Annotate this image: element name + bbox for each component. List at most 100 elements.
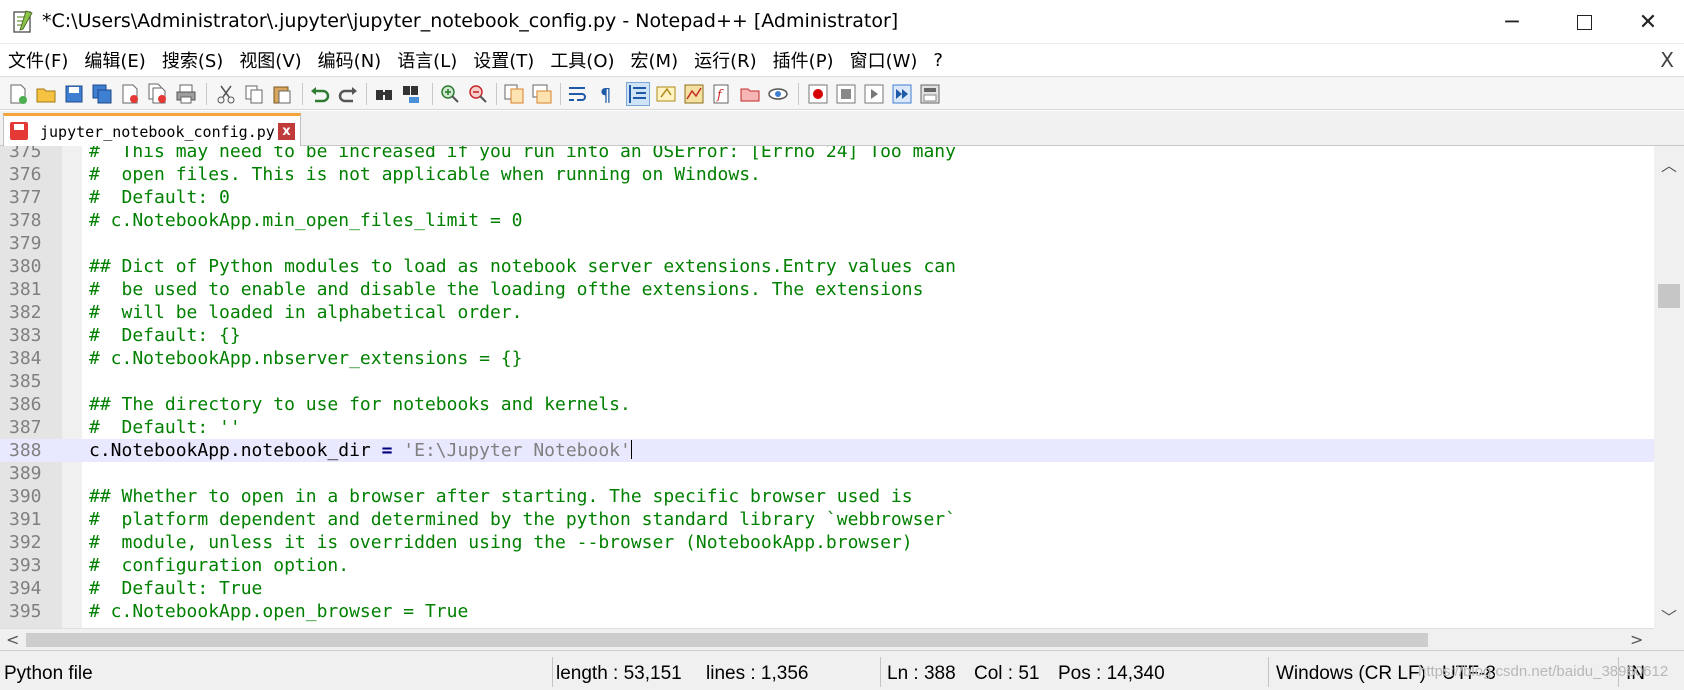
code-line[interactable]: 385 xyxy=(0,370,1654,393)
monitoring-icon[interactable] xyxy=(766,82,790,106)
redo-icon[interactable] xyxy=(336,82,360,106)
code-line[interactable]: 386 ## The directory to use for notebooks… xyxy=(0,393,1654,416)
scroll-right-arrow-icon[interactable]: > xyxy=(1630,629,1643,651)
close-document-button[interactable]: X xyxy=(1660,48,1674,72)
menu-view[interactable]: 视图(V) xyxy=(239,47,301,73)
editor[interactable]: 375 # This may need to be increased if yo… xyxy=(0,146,1684,628)
line-number: 388 xyxy=(9,440,42,461)
zoom-out-icon[interactable] xyxy=(466,82,490,106)
code-comment: # configuration option. xyxy=(89,555,350,576)
code-line[interactable]: 390 ## Whether to open in a browser after… xyxy=(0,485,1654,508)
horizontal-scroll-thumb[interactable] xyxy=(26,633,1428,647)
code-line[interactable]: 387 # Default: '' xyxy=(0,416,1654,439)
menu-tools[interactable]: 工具(O) xyxy=(550,47,614,73)
menu-run[interactable]: 运行(R) xyxy=(694,47,757,73)
paste-icon[interactable] xyxy=(270,82,294,106)
code-line[interactable]: 379 xyxy=(0,232,1654,255)
word-wrap-icon[interactable] xyxy=(566,82,590,106)
function-list-icon[interactable]: f xyxy=(710,82,734,106)
line-number: 390 xyxy=(9,486,42,507)
code-comment: # platform dependent and determined by t… xyxy=(89,509,956,530)
tab-bar: jupyter_notebook_config.py x xyxy=(0,111,1684,146)
code-line[interactable]: 391 # platform dependent and determined b… xyxy=(0,508,1654,531)
sync-horizontal-icon[interactable] xyxy=(530,82,554,106)
record-macro-icon[interactable] xyxy=(806,82,830,106)
close-window-button[interactable]: ✕ xyxy=(1612,0,1684,44)
close-all-icon[interactable] xyxy=(146,82,170,106)
menu-search[interactable]: 搜索(S) xyxy=(162,47,223,73)
menu-language[interactable]: 语言(L) xyxy=(397,47,457,73)
code-line[interactable]: 383 # Default: {} xyxy=(0,324,1654,347)
menu-help[interactable]: ? xyxy=(933,50,943,71)
code-line[interactable]: 395 # c.NotebookApp.open_browser = True xyxy=(0,600,1654,623)
line-number: 375 xyxy=(9,146,42,162)
playback-macro-icon[interactable] xyxy=(862,82,886,106)
menu-settings[interactable]: 设置(T) xyxy=(473,47,534,73)
code-line-current[interactable]: 388 c.NotebookApp.notebook_dir = 'E:\Jupy… xyxy=(0,439,1654,462)
code-line[interactable]: 377 # Default: 0 xyxy=(0,186,1654,209)
open-file-icon[interactable] xyxy=(34,82,58,106)
folder-as-workspace-icon[interactable] xyxy=(738,82,762,106)
menu-window[interactable]: 窗口(W) xyxy=(850,47,918,73)
code-line[interactable]: 384 # c.NotebookApp.nbserver_extensions =… xyxy=(0,347,1654,370)
code-line[interactable]: 381 # be used to enable and disable the l… xyxy=(0,278,1654,301)
replace-icon[interactable] xyxy=(400,82,424,106)
scrollbar-corner xyxy=(1654,628,1684,650)
new-file-icon[interactable] xyxy=(6,82,30,106)
code-comment: # This may need to be increased if you r… xyxy=(89,146,956,162)
menu-file[interactable]: 文件(F) xyxy=(8,47,68,73)
code-comment: # open files. This is not applicable whe… xyxy=(89,164,761,185)
find-icon[interactable] xyxy=(372,82,396,106)
sync-vertical-icon[interactable] xyxy=(502,82,526,106)
code-line[interactable]: 393 # configuration option. xyxy=(0,554,1654,577)
vertical-scroll-thumb[interactable] xyxy=(1658,284,1680,308)
menu-plugins[interactable]: 插件(P) xyxy=(773,47,834,73)
code-area[interactable]: 375 # This may need to be increased if yo… xyxy=(0,146,1654,628)
toolbar-separator xyxy=(302,83,303,105)
vertical-scrollbar[interactable]: ︿ ﹀ xyxy=(1654,146,1684,628)
code-line[interactable]: 378 # c.NotebookApp.min_open_files_limit … xyxy=(0,209,1654,232)
toolbar-separator xyxy=(206,83,207,105)
code-line[interactable]: 376 # open files. This is not applicable … xyxy=(0,163,1654,186)
cut-icon[interactable] xyxy=(214,82,238,106)
udl-icon[interactable] xyxy=(654,82,678,106)
undo-icon[interactable] xyxy=(308,82,332,106)
indent-guide-icon[interactable] xyxy=(626,82,650,106)
save-macro-icon[interactable] xyxy=(918,82,942,106)
menu-macro[interactable]: 宏(M) xyxy=(631,47,679,73)
code-line[interactable]: 392 # module, unless it is overridden usi… xyxy=(0,531,1654,554)
scroll-down-arrow-icon[interactable]: ﹀ xyxy=(1654,604,1684,627)
code-line[interactable]: 389 xyxy=(0,462,1654,485)
toolbar-separator xyxy=(798,83,799,105)
menu-edit[interactable]: 编辑(E) xyxy=(84,47,145,73)
run-macro-multiple-icon[interactable] xyxy=(890,82,914,106)
save-icon[interactable] xyxy=(62,82,86,106)
minimize-button[interactable]: ─ xyxy=(1476,0,1548,44)
status-lines: lines : 1,356 xyxy=(706,663,809,684)
zoom-in-icon[interactable] xyxy=(438,82,462,106)
horizontal-scrollbar[interactable]: < > xyxy=(0,628,1654,650)
code-operator: = xyxy=(370,440,404,461)
scroll-left-arrow-icon[interactable]: < xyxy=(6,629,19,651)
code-line[interactable]: 382 # will be loaded in alphabetical orde… xyxy=(0,301,1654,324)
stop-record-icon[interactable] xyxy=(834,82,858,106)
toolbar: ¶ f xyxy=(0,76,1684,110)
line-number: 386 xyxy=(9,394,42,415)
close-icon[interactable] xyxy=(118,82,142,106)
show-all-chars-icon[interactable]: ¶ xyxy=(594,82,618,106)
print-icon[interactable] xyxy=(174,82,198,106)
maximize-button[interactable] xyxy=(1548,0,1620,44)
copy-icon[interactable] xyxy=(242,82,266,106)
scroll-up-arrow-icon[interactable]: ︿ xyxy=(1654,152,1684,175)
menu-encoding[interactable]: 编码(N) xyxy=(318,47,382,73)
code-line[interactable]: 394 # Default: True xyxy=(0,577,1654,600)
code-line[interactable]: 380 ## Dict of Python modules to load as … xyxy=(0,255,1654,278)
tab-jupyter-notebook-config[interactable]: jupyter_notebook_config.py x xyxy=(3,113,301,146)
code-comment: # module, unless it is overridden using … xyxy=(89,532,913,553)
document-map-icon[interactable] xyxy=(682,82,706,106)
line-number: 380 xyxy=(9,256,42,277)
code-line[interactable]: 375 # This may need to be increased if yo… xyxy=(0,146,1654,163)
tab-close-button[interactable]: x xyxy=(278,123,295,140)
status-eol[interactable]: Windows (CR LF) xyxy=(1276,663,1426,685)
save-all-icon[interactable] xyxy=(90,82,114,106)
